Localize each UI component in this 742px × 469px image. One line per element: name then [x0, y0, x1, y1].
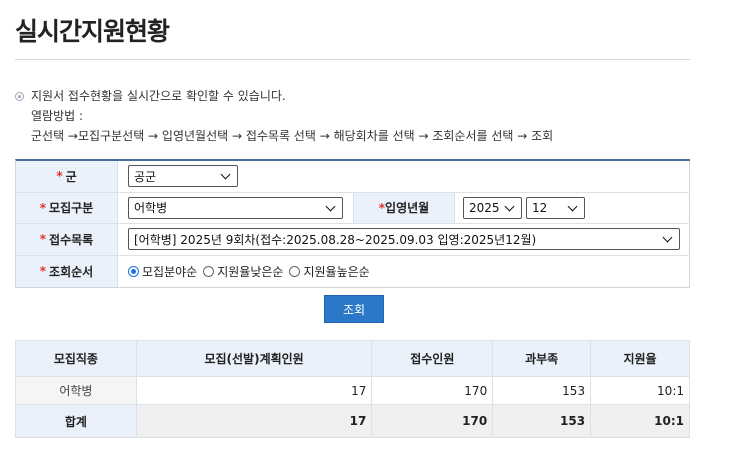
- category-label: * 모집구분: [16, 192, 118, 223]
- bullet-icon: [15, 91, 24, 101]
- order-option-field[interactable]: 모집분야순: [128, 263, 197, 280]
- page-title: 실시간지원현황: [15, 17, 170, 46]
- category-select[interactable]: 어학병: [128, 196, 343, 219]
- enlist-year-select[interactable]: 2025: [463, 196, 522, 219]
- branch-select[interactable]: 공군: [128, 165, 238, 188]
- chevron-down-icon: [504, 202, 516, 214]
- total-ratio: 10:1: [590, 404, 690, 438]
- info-line-2: 열람방법 :: [31, 109, 84, 123]
- info-line-1: 지원서 접수현황을 실시간으로 확인할 수 있습니다.: [31, 89, 286, 103]
- total-surplus: 153: [492, 404, 592, 438]
- cell-surplus: 153: [492, 376, 592, 405]
- chevron-down-icon: [325, 202, 337, 214]
- round-label: * 접수목록: [16, 224, 118, 255]
- enlist-month-select[interactable]: 12: [526, 196, 585, 219]
- cell-ratio: 10:1: [590, 376, 690, 405]
- col-header-job: 모집직종: [15, 340, 137, 377]
- col-header-ratio: 지원율: [590, 340, 690, 377]
- search-button[interactable]: 조회: [324, 295, 384, 323]
- branch-label: * 군: [16, 161, 118, 192]
- cell-job: 어학병: [15, 376, 137, 405]
- radio-selected-icon[interactable]: [128, 265, 139, 277]
- radio-icon[interactable]: [289, 265, 301, 277]
- chevron-down-icon: [567, 202, 579, 214]
- table-header-row: 모집직종 모집(선발)계획인원 접수인원 과부족 지원율: [15, 340, 690, 377]
- total-label: 합계: [15, 404, 137, 438]
- total-applied: 170: [371, 404, 494, 438]
- form-row-order: * 조회순서 모집분야순 지원율낮은순 지원율높은순: [16, 255, 690, 287]
- col-header-surplus: 과부족: [492, 340, 592, 377]
- order-option-low[interactable]: 지원율낮은순: [203, 263, 283, 280]
- form-row-round: * 접수목록 [어학병] 2025년 9회차(접수:2025.08.28~2025…: [16, 224, 690, 256]
- radio-icon[interactable]: [203, 265, 215, 277]
- search-form: * 군 공군 * 모집구분 어학병 * 입영년월 2025 12 * 접수목록 [어: [15, 159, 690, 288]
- col-header-planned: 모집(선발)계획인원: [135, 340, 373, 377]
- order-label: * 조회순서: [16, 255, 118, 287]
- enlist-label: * 입영년월: [353, 192, 455, 223]
- title-divider: [15, 59, 690, 60]
- cell-applied: 170: [371, 376, 494, 405]
- info-line-3: 군선택 →모집구분선택 → 입영년월선택 → 접수목록 선택 → 해당회차를 선…: [31, 129, 554, 143]
- form-row-category: * 모집구분 어학병 * 입영년월 2025 12: [16, 192, 690, 224]
- table-row: 어학병 17 170 153 10:1: [15, 376, 690, 405]
- cell-planned: 17: [135, 376, 373, 405]
- chevron-down-icon: [662, 233, 674, 245]
- chevron-down-icon: [220, 170, 232, 182]
- order-option-high[interactable]: 지원율높은순: [289, 263, 370, 280]
- order-radio-group: 모집분야순 지원율낮은순 지원율높은순: [128, 263, 376, 280]
- result-table: 모집직종 모집(선발)계획인원 접수인원 과부족 지원율 어학병 17 170 …: [15, 340, 690, 438]
- form-row-branch: * 군 공군: [16, 161, 690, 193]
- total-planned: 17: [135, 404, 373, 438]
- round-select[interactable]: [어학병] 2025년 9회차(접수:2025.08.28~2025.09.03…: [128, 228, 680, 251]
- col-header-applied: 접수인원: [371, 340, 494, 377]
- table-total-row: 합계 17 170 153 10:1: [15, 404, 690, 438]
- info-box: 지원서 접수현황을 실시간으로 확인할 수 있습니다. 열람방법 : 군선택 →…: [15, 86, 553, 146]
